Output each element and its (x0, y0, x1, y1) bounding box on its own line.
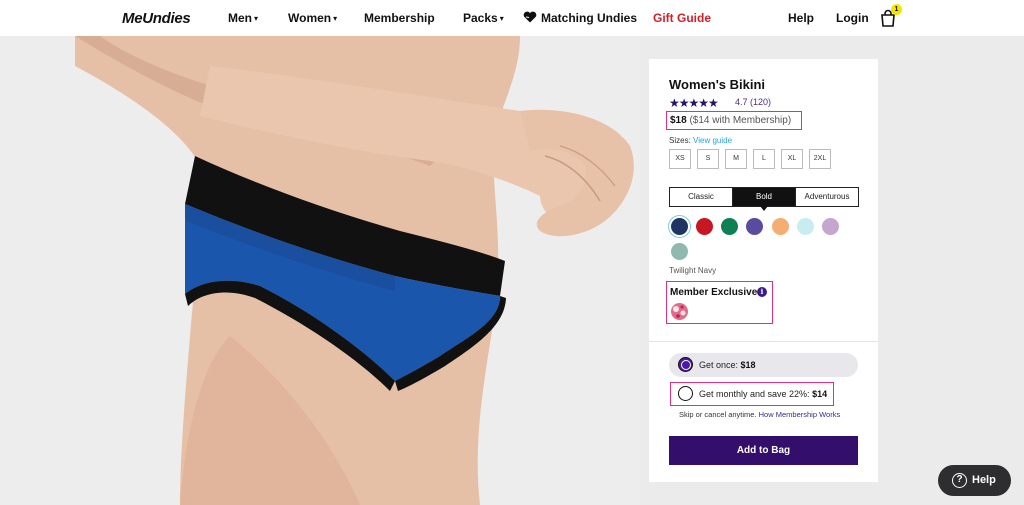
option-monthly-text: Get monthly and save 22%: $14 (699, 389, 828, 399)
color-swatch[interactable] (671, 243, 688, 260)
color-swatch[interactable] (746, 218, 763, 235)
price-text: $18 ($14 with Membership) (670, 115, 791, 126)
option-monthly-highlight[interactable]: Get monthly and save 22%: $14 (670, 382, 834, 406)
nav-women[interactable]: Women ▾ (288, 11, 337, 25)
nav-gift-guide[interactable]: Gift Guide (653, 11, 711, 25)
info-icon[interactable]: i (757, 287, 767, 297)
help-chat-button[interactable]: ? Help (938, 465, 1011, 496)
tab-bold[interactable]: Bold (733, 188, 796, 211)
membership-note: Skip or cancel anytime. How Membership W… (679, 410, 841, 419)
rating-count[interactable]: 4.7 (120) (735, 97, 771, 107)
size-m[interactable]: M (725, 149, 747, 169)
tab-adventurous[interactable]: Adventurous (796, 188, 858, 206)
color-swatch[interactable] (797, 218, 814, 235)
chevron-down-icon: ▾ (499, 14, 504, 23)
view-guide-link[interactable]: View guide (693, 136, 732, 145)
chevron-down-icon: ▾ (333, 14, 338, 23)
sizes-label: Sizes: View guide (669, 136, 733, 145)
size-xs[interactable]: XS (669, 149, 691, 169)
rating-stars-icon[interactable]: ★★★★★ (669, 96, 719, 110)
size-s[interactable]: S (697, 149, 719, 169)
option-once-text: Get once: $18 (699, 360, 756, 370)
divider (649, 341, 878, 342)
floral-pattern-icon (673, 305, 686, 318)
style-tabs: Classic Bold Adventurous (669, 187, 859, 211)
product-panel: Women's Bikini ★★★★★ 4.7 (120) $18 ($14 … (649, 59, 878, 482)
product-image (0, 36, 640, 505)
size-xl[interactable]: XL (781, 149, 803, 169)
radio-selected-icon[interactable] (678, 357, 693, 372)
radio-unselected-icon[interactable] (678, 386, 693, 401)
tab-classic[interactable]: Classic (670, 188, 733, 206)
color-swatch[interactable] (721, 218, 738, 235)
member-exclusive-swatch[interactable] (671, 303, 688, 320)
product-title: Women's Bikini (669, 77, 766, 92)
nav-help[interactable]: Help (788, 11, 814, 25)
color-swatch[interactable] (696, 218, 713, 235)
add-to-bag-button[interactable]: Add to Bag (669, 436, 858, 465)
member-exclusive-label: Member Exclusive (670, 287, 758, 298)
size-2xl[interactable]: 2XL (809, 149, 831, 169)
member-exclusive-box: Member Exclusive i (666, 281, 773, 324)
question-icon: ? (952, 473, 967, 488)
nav-login[interactable]: Login (836, 11, 869, 25)
heart-icon (523, 11, 537, 23)
nav-men[interactable]: Men ▾ (228, 11, 258, 25)
color-swatch[interactable] (822, 218, 839, 235)
size-l[interactable]: L (753, 149, 775, 169)
bag-count-badge: 1 (891, 4, 902, 15)
chevron-down-icon: ▾ (254, 14, 259, 23)
price: $18 (670, 115, 687, 126)
color-swatch[interactable] (772, 218, 789, 235)
nav-matching-undies[interactable]: Matching Undies (523, 11, 637, 25)
color-swatch-twilight-navy[interactable] (671, 218, 688, 235)
model-photo (75, 36, 634, 505)
top-nav: MeUndies Men ▾ Women ▾ Membership Packs ▾ M… (0, 0, 1024, 36)
selected-color-name: Twilight Navy (669, 266, 717, 275)
nav-packs[interactable]: Packs ▾ (463, 11, 504, 25)
logo[interactable]: MeUndies (122, 10, 191, 27)
how-membership-works-link[interactable]: How Membership Works (759, 410, 841, 419)
option-get-once[interactable]: Get once: $18 (669, 353, 858, 377)
price-highlight: $18 ($14 with Membership) (666, 111, 802, 130)
help-label: Help (972, 474, 996, 486)
nav-membership[interactable]: Membership (364, 11, 435, 25)
member-price: ($14 with Membership) (689, 115, 792, 126)
